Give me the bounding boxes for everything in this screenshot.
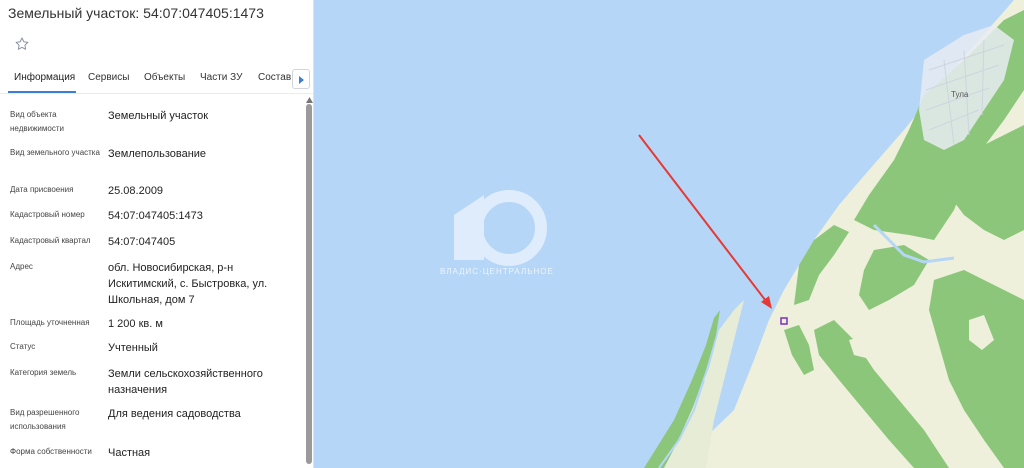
info-value: 1 200 кв. м [108,318,163,330]
info-value: 54:07:047405 [108,236,176,248]
info-value: Землепользование [108,148,207,160]
info-label: Кадастровый номер [10,210,85,219]
scroll-up-icon[interactable] [306,96,313,104]
tab-composition[interactable]: Состав [258,72,291,83]
tab-information[interactable]: Информация [14,72,75,83]
info-value: Земли сельскохозяйственного назначения [108,368,263,396]
active-tab-indicator [8,91,76,93]
map-canvas[interactable] [314,0,1024,468]
info-label: Категория земель [10,368,77,377]
info-value: 25.08.2009 [108,185,164,197]
info-label: Форма собственности [10,447,92,456]
info-label: Кадастровый квартал [10,236,91,245]
info-value: обл. Новосибирская, р-н Искитимский, с. … [108,262,268,306]
tab-parts[interactable]: Части ЗУ [200,72,242,83]
info-panel: Земельный участок: 54:07:047405:1473 Инф… [0,0,314,468]
info-value: 54:07:047405:1473 [108,210,203,222]
map-view[interactable]: Тула ВЛАДИС·ЦЕНТРАЛЬНОЕ [314,0,1024,468]
info-label: Статус [10,342,36,351]
info-value: Земельный участок [108,110,209,122]
chevron-right-icon [299,76,304,84]
info-label: Адрес [10,262,33,271]
map-place-label: Тула [951,90,969,99]
info-value: Учтенный [108,342,158,354]
watermark-text: ВЛАДИС·ЦЕНТРАЛЬНОЕ [440,267,554,276]
info-label: Дата присвоения [10,185,74,194]
info-label: Вид объекта недвижимости [10,110,64,133]
tab-bar: Информация Сервисы Объекты Части ЗУ Сост… [0,64,313,94]
info-label: Вид разрешенного использования [10,408,80,431]
scrollbar-thumb[interactable] [306,104,312,464]
info-value: Частная [108,447,151,459]
info-label: Площадь уточненная [10,318,90,327]
tab-objects[interactable]: Объекты [144,72,185,83]
info-label: Вид земельного участка [10,148,100,157]
tab-services[interactable]: Сервисы [88,72,129,83]
tabs-divider [0,93,313,94]
page-title: Земельный участок: 54:07:047405:1473 [8,5,264,21]
star-icon[interactable] [14,36,32,54]
tabs-scroll-button[interactable] [292,69,310,89]
info-value: Для ведения садоводства [108,408,241,420]
scrollbar[interactable] [305,96,313,468]
